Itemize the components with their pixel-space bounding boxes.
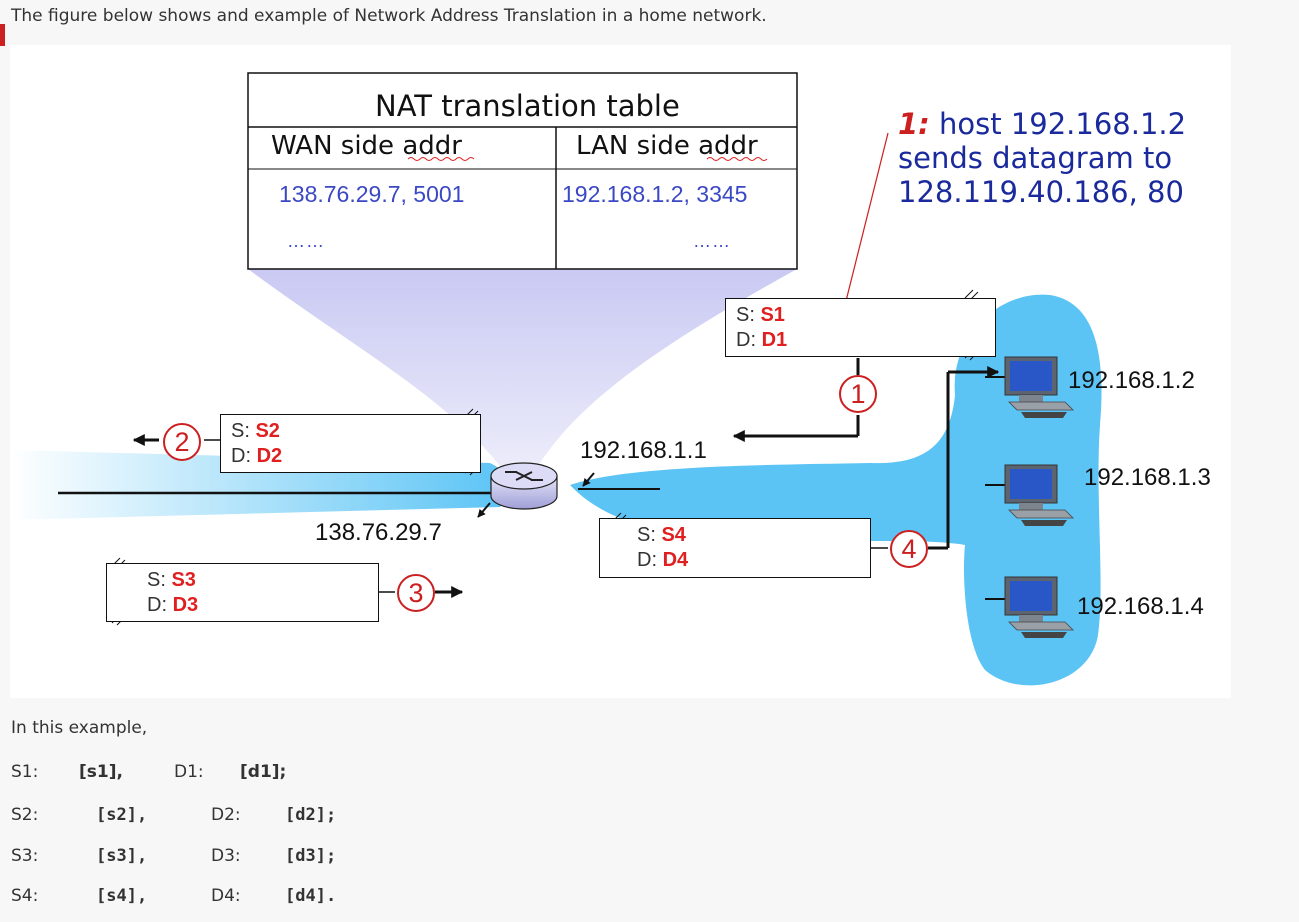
host-address-2: 192.168.1.3	[1084, 464, 1211, 491]
s1-answer-blank[interactable]: [s1],	[79, 762, 123, 782]
destination-label: D:	[231, 445, 257, 467]
host-address-3: 192.168.1.4	[1077, 593, 1204, 620]
step-2-marker: 2	[163, 423, 201, 461]
wan-more-entries: ……	[287, 231, 325, 251]
d2-label: D2:	[211, 805, 241, 825]
source-value-s3: S3	[171, 569, 196, 591]
packet-s4-d4: S: S4 D: D4	[599, 518, 871, 578]
packet-s1-d1: S: S1 D: D1	[725, 298, 996, 357]
s4-label: S4:	[11, 886, 39, 906]
source-value-s1: S1	[760, 304, 785, 326]
destination-label: D:	[637, 549, 663, 571]
s1-label: S1:	[11, 762, 39, 782]
router-lan-address: 192.168.1.1	[580, 437, 707, 464]
router-icon	[490, 462, 558, 510]
destination-label: D:	[147, 594, 173, 616]
note-line-2: sends datagram to	[898, 141, 1173, 175]
step-3-marker: 3	[397, 574, 435, 612]
destination-label: D:	[736, 329, 762, 351]
packet-s2-d2: S: S2 D: D2	[220, 414, 481, 473]
red-marker	[0, 24, 5, 46]
d3-answer-blank[interactable]: [d3];	[285, 846, 336, 866]
wan-side-header: WAN side addr	[271, 131, 462, 161]
step-1-note: 1: host 192.168.1.2 sends datagram to 12…	[898, 107, 1186, 209]
note-line-1: host 192.168.1.2	[929, 107, 1187, 141]
source-label: S:	[736, 304, 761, 326]
s2-label: S2:	[11, 805, 39, 825]
packet-s3-d3: S: S3 D: D3	[106, 563, 379, 622]
source-value-s2: S2	[255, 420, 280, 442]
nat-figure: NAT translation table WAN side addr LAN …	[10, 45, 1231, 698]
destination-value-d4: D4	[662, 549, 689, 571]
source-label: S:	[637, 524, 662, 546]
d1-label: D1:	[174, 762, 204, 782]
lan-side-header: LAN side addr	[576, 131, 758, 161]
host-address-1: 192.168.1.2	[1068, 367, 1195, 394]
s3-answer-blank[interactable]: [s3],	[96, 846, 147, 866]
s3-label: S3:	[11, 846, 39, 866]
nat-table-title: NAT translation table	[375, 89, 680, 123]
d3-label: D3:	[211, 846, 241, 866]
step-1-marker: 1	[839, 375, 877, 413]
d4-answer-blank[interactable]: [d4].	[285, 886, 336, 906]
d4-label: D4:	[211, 886, 241, 906]
lan-more-entries: ……	[693, 231, 731, 251]
lan-side-value: 192.168.1.2, 3345	[562, 181, 748, 207]
source-label: S:	[147, 569, 172, 591]
router-wan-address: 138.76.29.7	[315, 519, 442, 546]
destination-value-d1: D1	[761, 329, 788, 351]
s2-answer-blank[interactable]: [s2],	[96, 805, 147, 825]
s4-answer-blank[interactable]: [s4],	[96, 886, 147, 906]
note-step-number: 1:	[898, 107, 930, 141]
step-4-marker: 4	[890, 530, 928, 568]
intro-text: The figure below shows and example of Ne…	[11, 6, 767, 26]
wan-side-value: 138.76.29.7, 5001	[279, 181, 465, 207]
question-lead: In this example,	[11, 718, 148, 738]
destination-value-d3: D3	[172, 594, 199, 616]
d2-answer-blank[interactable]: [d2];	[285, 805, 336, 825]
note-line-3: 128.119.40.186, 80	[898, 175, 1184, 209]
destination-value-d2: D2	[256, 445, 283, 467]
d1-answer-blank[interactable]: [d1];	[240, 762, 286, 782]
source-label: S:	[231, 420, 256, 442]
source-value-s4: S4	[661, 524, 686, 546]
